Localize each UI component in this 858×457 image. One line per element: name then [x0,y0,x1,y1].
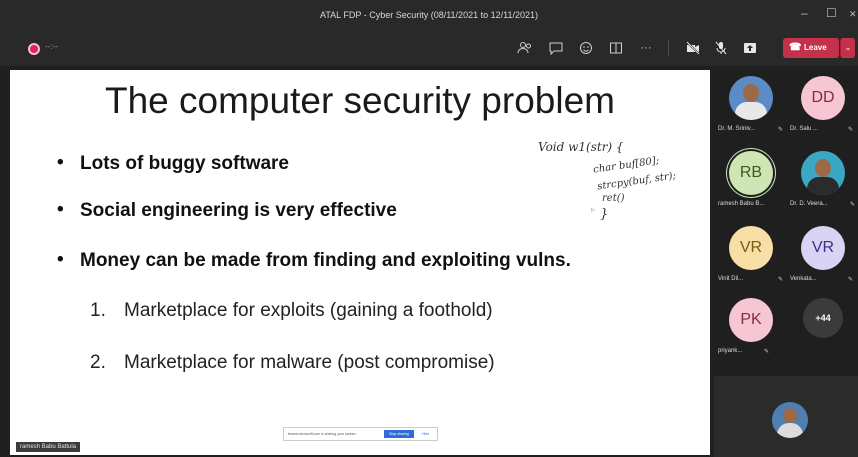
sharing-message: teams.microsoft.com is sharing your scre… [288,432,357,436]
presenter-name-label: ramesh Babu Battula [16,442,81,452]
item-number: 1. [90,300,106,321]
self-video-preview [714,376,858,457]
more-participants-count: +44 [803,298,843,338]
handwritten-annotation: } [600,207,609,222]
bullet-text: Money can be made from finding and explo… [80,250,571,271]
avatar: DD [801,76,845,120]
mic-off-icon[interactable] [713,40,729,56]
slide-title: The computer security problem [105,80,615,121]
meeting-toolbar [0,32,858,66]
handwritten-annotation: char buf[80]; [592,155,660,176]
handwritten-annotation: Void w1(str) { [538,140,624,154]
participant-name: Dr. M. Sriniv... [718,126,756,132]
minimize-icon[interactable]: – [801,6,808,20]
maximize-icon[interactable]: ☐ [826,6,837,20]
avatar: PK [729,298,773,342]
bullet-text: Social engineering is very effective [80,200,397,221]
bullet-text: Lots of buggy software [80,153,289,174]
item-number: 2. [90,352,106,373]
phone-icon: ☎ [789,42,802,53]
window-title: ATAL FDP - Cyber Security (08/11/2021 to… [320,10,538,20]
rooms-icon[interactable] [608,40,624,56]
leave-label: Leave [804,43,827,52]
participant-tile[interactable]: VR Vinit Dil... ✎ [714,220,786,291]
handwritten-annotation: ret() [602,193,625,204]
leave-dropdown-chevron-down-icon[interactable]: ⌄ [840,38,855,58]
participant-name: Dr. D. Veera... [790,201,828,207]
participant-tile[interactable]: Dr. M. Sriniv... ✎ [714,70,786,141]
more-participants-tile[interactable]: +44 [786,292,858,363]
participant-photo [729,76,773,120]
participant-tile[interactable]: DD Dr. Salu ... ✎ [786,70,858,141]
participant-name: Venkata... [790,276,817,282]
leave-button[interactable]: ☎ Leave [783,38,839,58]
mic-muted-icon: ✎ [850,202,856,208]
reactions-icon[interactable] [578,40,594,56]
avatar: RB [729,151,773,195]
self-photo [772,402,808,438]
stop-sharing-button[interactable]: Stop sharing [384,430,414,438]
handwritten-annotation: strcpy(buf, str); [596,170,677,193]
participant-tile[interactable]: RB ramesh Babu B... [714,145,786,216]
meeting-timer: --:-- [45,42,58,51]
mouse-cursor-icon: ▹ [591,205,596,214]
mic-muted-icon: ✎ [848,127,854,133]
mic-muted-icon: ✎ [778,127,784,133]
avatar: VR [801,226,845,270]
toolbar-divider [668,40,669,56]
participant-gallery: Dr. M. Sriniv... ✎ DD Dr. Salu ... ✎ RB … [714,70,858,366]
camera-off-icon[interactable] [685,40,701,56]
participant-tile[interactable]: Dr. D. Veera... ✎ [786,145,858,216]
avatar: VR [729,226,773,270]
participant-tile[interactable]: PK priyank... ✎ [714,292,786,363]
participant-name: priyank... [718,348,743,354]
participant-tile[interactable]: VR Venkata... ✎ [786,220,858,291]
item-text: Marketplace for malware (post compromise… [124,352,495,373]
participant-name: Vinit Dil... [718,276,744,282]
chat-icon[interactable] [548,40,564,56]
title-bar: ATAL FDP - Cyber Security (08/11/2021 to… [0,0,858,32]
participants-icon[interactable] [517,40,533,56]
shared-screen-slide: The computer security problem • Lots of b… [10,70,710,455]
sharing-notification-bar: teams.microsoft.com is sharing your scre… [283,427,438,441]
mic-muted-icon: ✎ [778,277,784,283]
participant-name: Dr. Salu ... [790,126,819,132]
recording-indicator-icon [28,43,40,55]
hide-link[interactable]: Hide [422,432,429,436]
participant-photo [801,151,845,195]
more-options-icon[interactable]: ··· [638,40,654,56]
mic-muted-icon: ✎ [848,277,854,283]
close-icon[interactable]: ✕ [849,9,857,20]
participant-name: ramesh Babu B... [718,201,765,207]
mic-muted-icon: ✎ [764,349,770,355]
share-screen-icon[interactable] [742,40,758,56]
item-text: Marketplace for exploits (gaining a foot… [124,300,493,321]
